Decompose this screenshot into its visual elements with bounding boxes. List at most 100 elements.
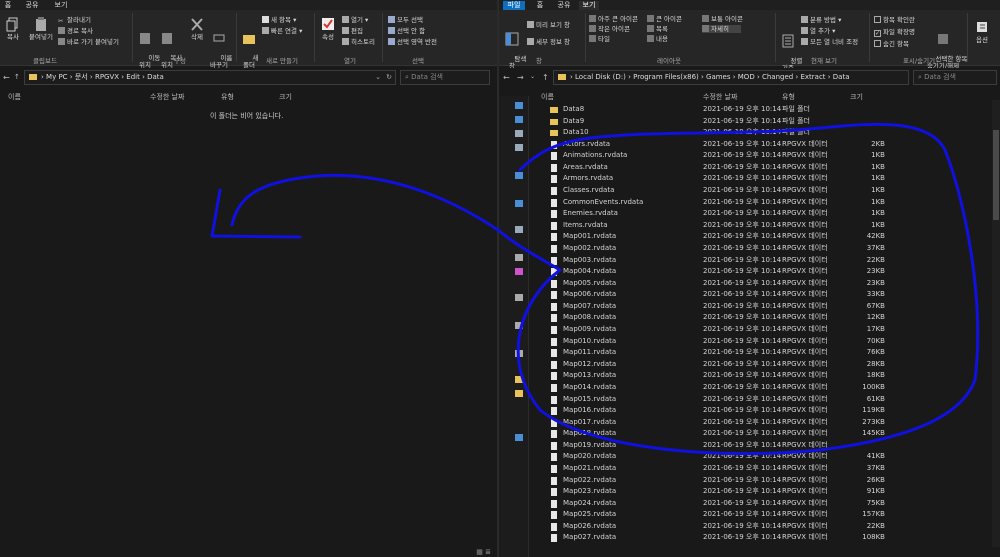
vertical-scrollbar[interactable] [992, 100, 1000, 547]
folder-icon[interactable] [515, 390, 523, 397]
details-pane-button[interactable]: 세부 정보 창 [527, 38, 570, 46]
table-row[interactable]: Map006.rvdata 2021-06-19 오후 10:14 RPGVX 데이… [535, 289, 1000, 300]
search-input[interactable]: ⌕ Data 검색 [913, 70, 997, 85]
copy-button[interactable]: 복사 [3, 17, 23, 41]
layout-extra-large-icons[interactable]: 아주 큰 아이콘 [589, 15, 638, 23]
breadcrumb-item[interactable]: Program Files(x86) [633, 73, 699, 81]
table-row[interactable]: Map004.rvdata 2021-06-19 오후 10:14 RPGVX 데이… [535, 266, 1000, 277]
table-row[interactable]: Actors.rvdata 2021-06-19 오후 10:14 RPGVX 데이… [535, 139, 1000, 150]
search-input[interactable]: ⌕ Data 검색 [400, 70, 490, 85]
table-row[interactable]: Items.rvdata 2021-06-19 오후 10:14 RPGVX 데이터… [535, 220, 1000, 231]
edit-button[interactable]: 편집 [342, 27, 363, 35]
preview-pane-button[interactable]: 미리 보기 창 [527, 21, 570, 29]
desktop-icon[interactable] [515, 200, 523, 207]
table-row[interactable]: Map003.rvdata 2021-06-19 오후 10:14 RPGVX 데이… [535, 255, 1000, 266]
open-button[interactable]: 열기 ▾ [342, 16, 368, 24]
breadcrumb-item[interactable]: MOD [738, 73, 755, 81]
select-all-button[interactable]: 모두 선택 [388, 16, 423, 24]
breadcrumb-item[interactable]: Changed [762, 73, 793, 81]
view-toggle-icon[interactable]: ▦ ≣ [476, 548, 491, 556]
tab-share[interactable]: 공유 [24, 1, 40, 10]
properties-button[interactable]: 속성 [318, 17, 338, 41]
table-row[interactable]: Map010.rvdata 2021-06-19 오후 10:14 RPGVX 데이… [535, 336, 1000, 347]
refresh-icon[interactable]: ↻ [386, 71, 392, 84]
up-arrow-icon[interactable]: ↑ [542, 73, 549, 82]
column-type[interactable]: 유형 [782, 92, 795, 102]
column-size[interactable]: 크기 [279, 92, 292, 102]
table-row[interactable]: Map018.rvdata 2021-06-19 오후 10:14 RPGVX 데이… [535, 428, 1000, 439]
delete-button[interactable]: 삭제 [188, 17, 206, 41]
table-row[interactable]: Map001.rvdata 2021-06-19 오후 10:14 RPGVX 데이… [535, 231, 1000, 242]
drive-icon[interactable] [515, 254, 523, 261]
pictures-icon[interactable] [515, 144, 523, 151]
breadcrumb-item[interactable]: My PC [46, 73, 68, 81]
table-row[interactable]: Map005.rvdata 2021-06-19 오후 10:14 RPGVX 데이… [535, 278, 1000, 289]
scrollbar-thumb[interactable] [993, 130, 999, 220]
table-row[interactable]: Areas.rvdata 2021-06-19 오후 10:14 RPGVX 데이터… [535, 162, 1000, 173]
table-row[interactable]: Map016.rvdata 2021-06-19 오후 10:14 RPGVX 데이… [535, 405, 1000, 416]
downloads-icon[interactable] [515, 116, 523, 123]
tab-view[interactable]: 보기 [579, 1, 599, 10]
table-row[interactable]: Map011.rvdata 2021-06-19 오후 10:14 RPGVX 데이… [535, 347, 1000, 358]
item-checkboxes-toggle[interactable]: 항목 확인란 [874, 16, 915, 24]
table-row[interactable]: Map009.rvdata 2021-06-19 오후 10:14 RPGVX 데이… [535, 324, 1000, 335]
documents-icon[interactable] [515, 130, 523, 137]
column-date[interactable]: 수정한 날짜 [703, 92, 737, 102]
layout-tiles[interactable]: 타일 [589, 35, 610, 43]
easy-access-button[interactable]: 빠른 연결 ▾ [262, 27, 302, 35]
tab-home[interactable]: 홈 [533, 1, 547, 10]
table-row[interactable]: Map008.rvdata 2021-06-19 오후 10:14 RPGVX 데이… [535, 312, 1000, 323]
table-row[interactable]: Enemies.rvdata 2021-06-19 오후 10:14 RPGVX 데… [535, 208, 1000, 219]
layout-large-icons[interactable]: 큰 아이콘 [647, 15, 682, 23]
layout-content[interactable]: 내용 [647, 35, 668, 43]
new-item-button[interactable]: 새 항목 ▾ [262, 16, 296, 24]
history-button[interactable]: 히스토리 [342, 38, 375, 46]
breadcrumb[interactable]: › My PC › 문서 › RPGVX › Edit › Data ⌄ ↻ [24, 70, 396, 85]
up-arrow-icon[interactable]: ↑ [14, 73, 20, 81]
table-row[interactable]: Map019.rvdata 2021-06-19 오후 10:14 RPGVX 데이… [535, 440, 1000, 451]
table-row[interactable]: Map025.rvdata 2021-06-19 오후 10:14 RPGVX 데이… [535, 509, 1000, 520]
table-row[interactable]: Map022.rvdata 2021-06-19 오후 10:14 RPGVX 데이… [535, 475, 1000, 486]
breadcrumb[interactable]: › Local Disk (D:) › Program Files(x86) ›… [553, 70, 909, 85]
forward-arrow-icon[interactable]: → [517, 73, 524, 82]
table-row[interactable]: Map020.rvdata 2021-06-19 오후 10:14 RPGVX 데이… [535, 451, 1000, 462]
documents-icon[interactable] [515, 226, 523, 233]
drive-icon[interactable] [515, 322, 523, 329]
breadcrumb-item[interactable]: Extract [800, 73, 825, 81]
breadcrumb-item[interactable]: Data [147, 73, 164, 81]
layout-small-icons[interactable]: 작은 아이콘 [589, 25, 630, 33]
group-by-button[interactable]: 분류 방법 ▾ [801, 16, 841, 24]
breadcrumb-item[interactable]: 문서 [75, 73, 88, 81]
table-row[interactable]: Map013.rvdata 2021-06-19 오후 10:14 RPGVX 데이… [535, 370, 1000, 381]
pc-icon[interactable] [515, 172, 523, 179]
tab-view[interactable]: 보기 [52, 1, 70, 10]
folder-icon[interactable] [515, 376, 523, 383]
size-columns-button[interactable]: 모든 열 너비 조정 [801, 38, 858, 46]
add-columns-button[interactable]: 열 추가 ▾ [801, 27, 835, 35]
chevron-down-icon[interactable]: ⌄ [375, 71, 381, 84]
back-arrow-icon[interactable]: ← [503, 73, 510, 82]
table-row[interactable]: Data9 2021-06-19 오후 10:14 파일 폴더 [535, 116, 1000, 127]
table-row[interactable]: Map026.rvdata 2021-06-19 오후 10:14 RPGVX 데이… [535, 521, 1000, 532]
table-row[interactable]: Map021.rvdata 2021-06-19 오후 10:14 RPGVX 데이… [535, 463, 1000, 474]
table-row[interactable]: Map017.rvdata 2021-06-19 오후 10:14 RPGVX 데이… [535, 417, 1000, 428]
tab-home[interactable]: 홈 [0, 1, 16, 10]
table-row[interactable]: Map007.rvdata 2021-06-19 오후 10:14 RPGVX 데이… [535, 301, 1000, 312]
layout-list[interactable]: 목록 [647, 25, 668, 33]
layout-details[interactable]: 자세히 [702, 25, 741, 33]
breadcrumb-item[interactable]: Games [706, 73, 731, 81]
tab-share[interactable]: 공유 [555, 1, 573, 10]
breadcrumb-item[interactable]: Local Disk (D:) [575, 73, 626, 81]
network-icon[interactable] [515, 434, 523, 441]
quick-access-icon[interactable] [515, 102, 523, 109]
paste-shortcut-button[interactable]: 바로 가기 붙여넣기 [58, 38, 119, 46]
copy-path-button[interactable]: 경로 복사 [58, 27, 93, 35]
paste-button[interactable]: 붙여넣기 [26, 17, 56, 41]
music-icon[interactable] [515, 268, 523, 275]
table-row[interactable]: Map012.rvdata 2021-06-19 오후 10:14 RPGVX 데이… [535, 359, 1000, 370]
table-row[interactable]: Data8 2021-06-19 오후 10:14 파일 폴더 [535, 104, 1000, 115]
column-name[interactable]: 이름 [541, 92, 554, 102]
layout-medium-icons[interactable]: 보통 아이콘 [702, 15, 743, 23]
table-row[interactable]: Data10 2021-06-19 오후 10:14 파일 폴더 [535, 127, 1000, 138]
table-row[interactable]: CommonEvents.rvdata 2021-06-19 오후 10:14 RP… [535, 197, 1000, 208]
